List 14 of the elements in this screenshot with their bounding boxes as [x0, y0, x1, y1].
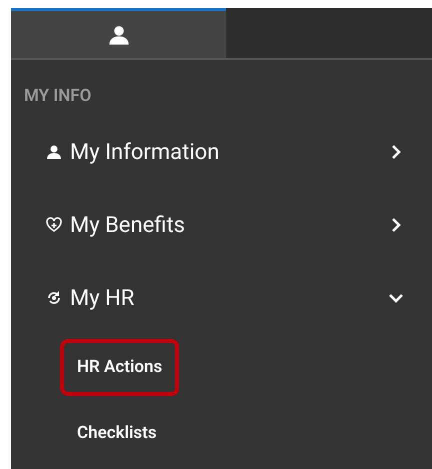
person-icon	[46, 144, 62, 160]
submenu-item[interactable]: HR Actions	[60, 338, 180, 396]
section-heading: MY INFO	[23, 85, 92, 108]
menu-item[interactable]: My Benefits	[11, 188, 432, 262]
menu-item[interactable]: My Information	[11, 116, 432, 188]
menu-label: My HR	[70, 284, 136, 312]
menu-label: My Information	[70, 138, 220, 166]
tab[interactable]	[11, 8, 226, 58]
submenu-item[interactable]: Checklists	[60, 404, 174, 462]
menu-label: My Benefits	[70, 212, 186, 240]
heart-icon	[46, 217, 62, 233]
person-icon	[108, 24, 130, 46]
cycle-arrows-icon	[46, 290, 62, 306]
menu-item[interactable]: My HR	[11, 262, 432, 334]
